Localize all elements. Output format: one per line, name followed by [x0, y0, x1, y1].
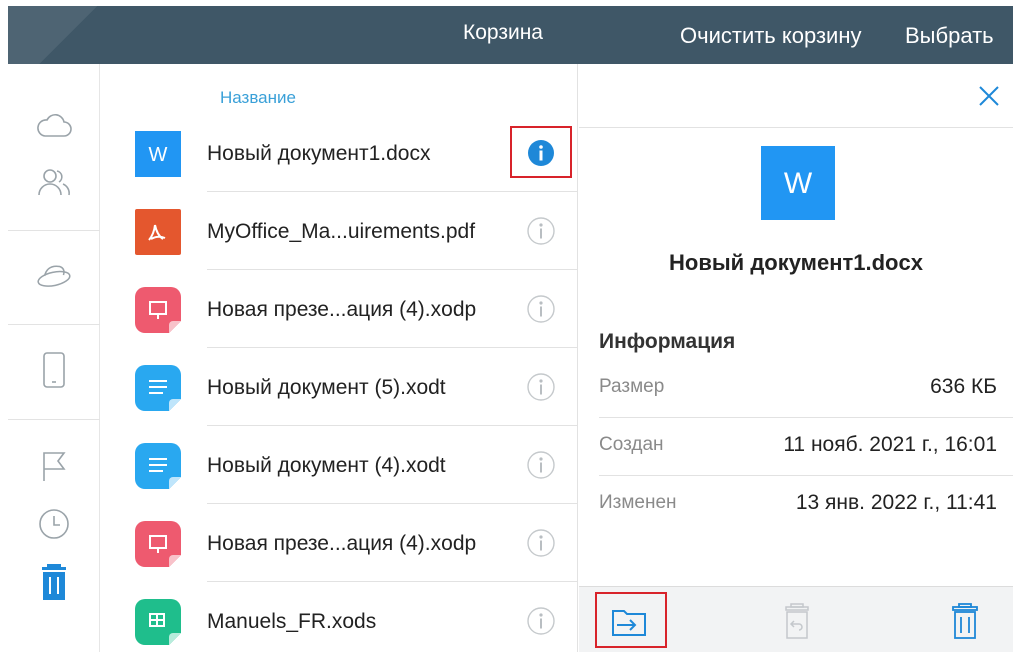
file-row[interactable]: Новая презе...ация (4).xodp: [100, 270, 578, 348]
file-name: Manuels_FR.xods: [207, 610, 377, 633]
modified-label: Изменен: [599, 492, 677, 513]
svg-text:W: W: [784, 167, 813, 200]
trash-icon[interactable]: [36, 564, 72, 600]
move-highlight-frame: [595, 592, 667, 648]
info-icon[interactable]: [527, 295, 555, 323]
file-name: Новый документ (4).xodt: [207, 454, 446, 477]
info-highlight-frame: [510, 126, 572, 178]
spreadsheet-file-icon: [135, 599, 181, 645]
info-section-title: Информация: [599, 330, 736, 353]
file-row[interactable]: MyOffice_Ma...uirements.pdf: [100, 192, 578, 270]
file-row[interactable]: Новый документ (5).xodt: [100, 348, 578, 426]
file-name: Новый документ1.docx: [207, 142, 431, 165]
details-header: [579, 64, 1013, 128]
modified-value: 13 янв. 2022 г., 11:41: [795, 491, 997, 514]
sidebar-divider: [8, 324, 100, 325]
modified-row: Изменен 13 янв. 2022 г., 11:41: [599, 476, 999, 534]
select-button[interactable]: Выбрать: [905, 23, 994, 49]
info-icon[interactable]: [527, 451, 555, 479]
clock-icon[interactable]: [36, 506, 72, 542]
top-bar: Корзина Очистить корзину Выбрать: [8, 6, 1013, 64]
name-column-header[interactable]: Название: [220, 88, 296, 108]
created-value: 11 нояб. 2021 г., 16:01: [783, 433, 997, 456]
pdf-file-icon: [135, 209, 181, 255]
presentation-file-icon: [135, 287, 181, 333]
word-file-icon: W: [761, 146, 835, 220]
file-name: Новый документ (5).xodt: [207, 376, 446, 399]
created-row: Создан 11 нояб. 2021 г., 16:01: [599, 418, 1013, 476]
close-icon[interactable]: [977, 84, 1001, 108]
svg-text:W: W: [149, 144, 168, 166]
file-row[interactable]: Manuels_FR.xods: [100, 582, 578, 652]
file-name: Новая презе...ация (4).xodp: [207, 298, 477, 321]
tablet-icon[interactable]: [36, 352, 72, 388]
cloud-icon[interactable]: [36, 108, 72, 144]
clear-trash-button[interactable]: Очистить корзину: [680, 23, 862, 49]
sidebar: [8, 64, 100, 652]
info-icon[interactable]: [527, 529, 555, 557]
delete-permanently-button[interactable]: [945, 601, 985, 641]
text-document-file-icon: [135, 443, 181, 489]
restore-button[interactable]: [777, 601, 817, 641]
users-icon[interactable]: [36, 164, 72, 200]
info-icon[interactable]: [527, 373, 555, 401]
hat-icon[interactable]: [36, 258, 72, 294]
header-decoration: [8, 6, 128, 64]
file-row[interactable]: Новая презе...ация (4).xodp: [100, 504, 578, 582]
info-icon[interactable]: [527, 607, 555, 635]
file-row[interactable]: Новый документ (4).xodt: [100, 426, 578, 504]
details-panel: W Новый документ1.docx Информация Размер…: [579, 64, 1013, 652]
presentation-file-icon: [135, 521, 181, 567]
file-name: MyOffice_Ma...uirements.pdf: [207, 220, 476, 243]
info-icon[interactable]: [527, 217, 555, 245]
created-label: Создан: [599, 434, 664, 455]
word-file-icon: W: [135, 131, 181, 177]
file-name: Новая презе...ация (4).xodp: [207, 532, 477, 555]
file-row[interactable]: W Новый документ1.docx: [100, 114, 578, 192]
size-label: Размер: [599, 376, 665, 397]
size-row: Размер 636 КБ: [599, 360, 1013, 418]
sidebar-divider: [8, 230, 100, 231]
sidebar-divider: [8, 419, 100, 420]
flag-icon[interactable]: [36, 448, 72, 484]
details-file-name: Новый документ1.docx: [669, 250, 923, 275]
page-title: Корзина: [463, 21, 543, 44]
file-list: Название W Новый документ1.docx MyOffice…: [100, 64, 578, 652]
size-value: 636 КБ: [930, 375, 997, 398]
text-document-file-icon: [135, 365, 181, 411]
